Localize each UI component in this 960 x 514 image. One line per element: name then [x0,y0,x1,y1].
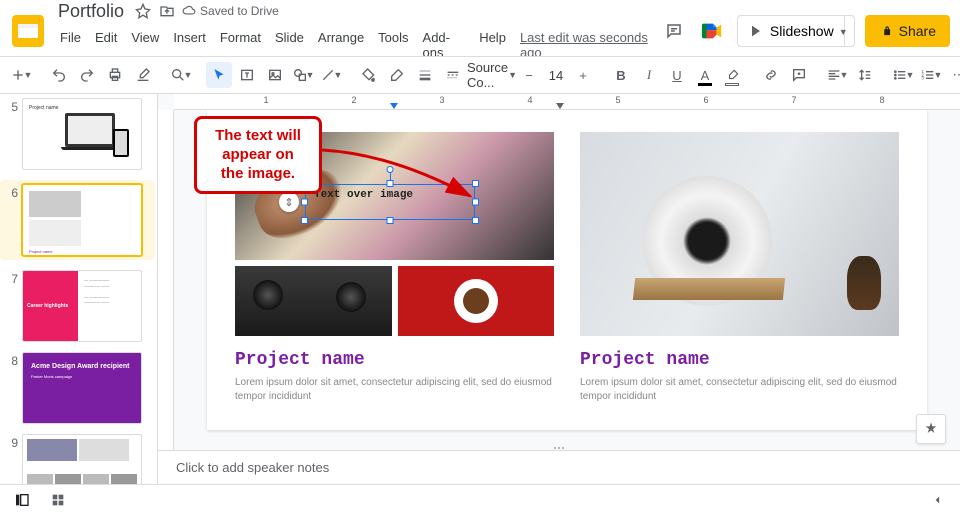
thumb-number: 6 [4,184,18,256]
line-spacing-button[interactable] [852,62,878,88]
move-icon[interactable] [158,2,176,20]
border-dash-button[interactable] [440,62,466,88]
paint-format-button[interactable] [130,62,156,88]
project-title[interactable]: Project name [235,350,554,370]
slide-thumbnail[interactable]: Project nameProject name [22,184,142,256]
zoom-button[interactable]: ▼ [168,62,194,88]
slide-thumbnail[interactable] [22,434,142,484]
resize-handle[interactable] [301,217,308,224]
insert-link-button[interactable] [758,62,784,88]
thumb-number: 8 [4,352,18,424]
project-description[interactable]: Lorem ipsum dolor sit amet, consectetur … [580,376,899,404]
meet-icon[interactable] [697,18,727,44]
notes-resize-handle[interactable] [544,447,574,453]
font-size-input[interactable] [544,68,568,83]
doc-title[interactable]: Portfolio [54,0,128,24]
line-tool[interactable]: ▼ [318,62,344,88]
border-weight-button[interactable] [412,62,438,88]
slide-image[interactable] [580,132,899,336]
annotation-callout: The text will appear on the image. [194,116,322,194]
resize-handle[interactable] [387,217,394,224]
slide-image[interactable] [235,266,392,336]
fill-color-button[interactable] [356,62,382,88]
numbered-list-button[interactable]: 123▼ [918,62,944,88]
bulleted-list-button[interactable]: ▼ [890,62,916,88]
italic-button[interactable]: I [636,62,662,88]
notes-placeholder: Click to add speaker notes [176,460,329,475]
resize-handle[interactable] [301,199,308,206]
bold-button[interactable]: B [608,62,634,88]
thumb-number: 9 [4,434,18,484]
star-icon[interactable] [134,2,152,20]
shape-tool[interactable]: ▼ [290,62,316,88]
explore-button[interactable] [916,414,946,444]
collapse-filmstrip-button[interactable] [926,488,950,512]
resize-handle[interactable] [472,217,479,224]
redo-button[interactable] [74,62,100,88]
save-state[interactable]: Saved to Drive [182,4,279,18]
new-slide-button[interactable]: ▼ [8,62,34,88]
autofit-button[interactable]: ⇕ [279,192,299,212]
grid-view-button[interactable] [46,488,70,512]
textbox-tool[interactable] [234,62,260,88]
app-icon[interactable] [10,13,46,49]
font-size-decrease[interactable]: − [516,62,542,88]
comments-icon[interactable] [661,18,687,44]
border-color-button[interactable] [384,62,410,88]
font-family-select[interactable]: Source Co...▼ [478,62,504,88]
undo-button[interactable] [46,62,72,88]
thumb-number: 7 [4,270,18,342]
slide-thumbnail[interactable]: Acme Design Award recipient Parker Moris… [22,352,142,424]
print-button[interactable] [102,62,128,88]
slideshow-button[interactable]: Slideshow [737,15,845,47]
horizontal-ruler[interactable]: 1 2 3 4 5 6 7 8 [174,94,960,110]
svg-text:3: 3 [921,76,924,81]
share-button[interactable]: Share [865,15,950,47]
filmstrip-view-button[interactable] [10,488,34,512]
align-button[interactable]: ▼ [824,62,850,88]
thumb-number: 5 [4,98,18,170]
highlight-button[interactable] [720,62,746,88]
vertical-ruler[interactable] [158,110,174,450]
speaker-notes[interactable]: Click to add speaker notes [158,450,960,484]
slideshow-options-button[interactable]: ▼ [835,15,855,47]
slide-thumbnail[interactable]: Career highlights — ————————— ——— ——————… [22,270,142,342]
text-color-button[interactable]: A [692,62,718,88]
thumbnail-panel[interactable]: 5 Project name 6 Project nameProject nam… [0,94,158,484]
underline-button[interactable]: U [664,62,690,88]
font-size-increase[interactable]: + [570,62,596,88]
project-description[interactable]: Lorem ipsum dolor sit amet, consectetur … [235,376,554,404]
select-tool[interactable] [206,62,232,88]
slide-thumbnail[interactable]: Project name [22,98,142,170]
project-title[interactable]: Project name [580,350,899,370]
image-tool[interactable] [262,62,288,88]
slide-image[interactable] [398,266,555,336]
more-button[interactable]: ⋯ [946,62,960,88]
insert-comment-button[interactable] [786,62,812,88]
